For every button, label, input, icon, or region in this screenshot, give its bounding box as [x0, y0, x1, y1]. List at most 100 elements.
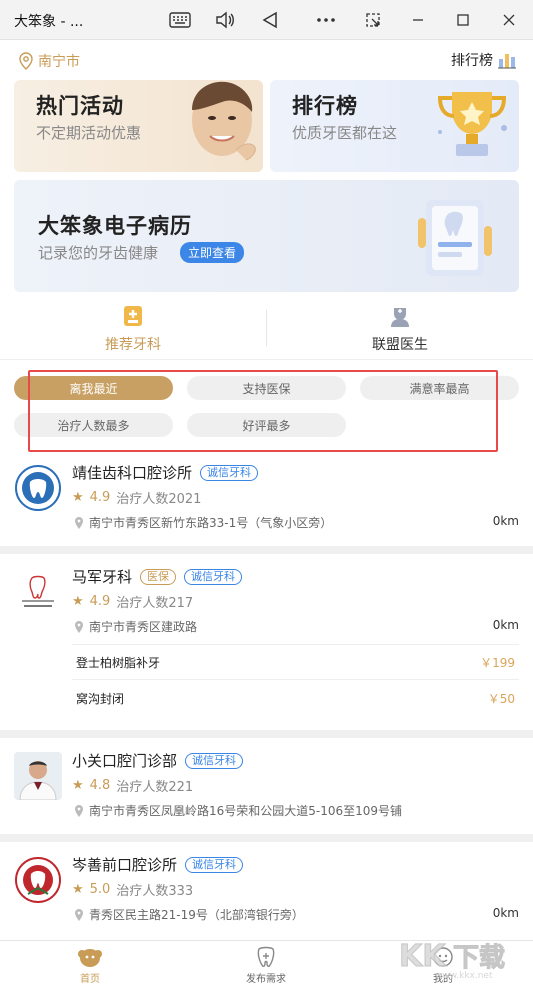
clinic-card[interactable]: 马军牙科 医保 诚信牙科 ★ 4.9 治疗人数217 南宁市青秀区建政路 0km… [0, 562, 533, 730]
clinic-name-row: 岑善前口腔诊所 诚信牙科 [72, 854, 244, 875]
clinic-name: 靖佳齿科口腔诊所 [72, 464, 193, 482]
window-titlebar: 大笨象 - ... [0, 0, 533, 40]
clinic-patients: 治疗人数2021 [116, 492, 202, 507]
emr-subtitle: 记录您的牙齿健康 [38, 244, 159, 262]
clinic-name-row: 靖佳齿科口腔诊所 诚信牙科 [72, 462, 259, 483]
clinic-name: 马军牙科 [72, 568, 133, 586]
nav-publish[interactable]: 发布需求 [196, 941, 336, 988]
hot-activity-subtitle: 不定期活动优惠 [36, 124, 142, 142]
location-pin-icon [75, 804, 83, 817]
clinic-address-row: 青秀区民主路21-19号（北部湾银行旁） [74, 906, 304, 923]
smiling-woman-illustration [192, 81, 256, 161]
tab-recommended-clinics-label: 推荐牙科 [105, 337, 161, 353]
close-icon[interactable] [497, 8, 521, 32]
emr-card[interactable]: 大笨象电子病历 记录您的牙齿健康 立即查看 [14, 180, 519, 292]
doctor-icon [391, 308, 409, 327]
bar-chart-icon [498, 54, 516, 69]
location-pin-icon [75, 516, 83, 529]
rank-link[interactable]: 排行榜 [451, 50, 517, 70]
profile-icon [433, 946, 453, 967]
volume-icon[interactable] [213, 8, 237, 32]
clinic-patients: 治疗人数221 [116, 780, 194, 795]
credit-badge: 诚信牙科 [185, 752, 244, 769]
main-content: 热门活动 不定期活动优惠 排行榜 优质牙医都在这 大笨象电子病历 记录您的牙齿健… [0, 80, 533, 940]
clinic-distance: 0km [492, 618, 519, 632]
clinic-card[interactable]: 靖佳齿科口腔诊所 诚信牙科 ★ 4.9 治疗人数2021 南宁市青秀区新竹东路3… [0, 458, 533, 544]
clinic-address: 南宁市青秀区凤凰岭路16号荣和公园大道5-106至109号铺 [89, 804, 403, 818]
credit-badge: 诚信牙科 [184, 568, 243, 585]
service-name: 登士柏树脂补牙 [76, 655, 161, 670]
bottom-nav: 首页 发布需求 我的 KK 下载 www.kkx.net [0, 939, 533, 988]
filter-satisfaction[interactable]: 满意率最高 [360, 376, 519, 400]
screen-cast-icon[interactable] [361, 8, 385, 32]
clinic-patients: 治疗人数217 [116, 596, 194, 611]
rank-card-title: 排行榜 [292, 94, 358, 118]
maximize-icon[interactable] [451, 8, 475, 32]
clinic-rating-row: ★ 4.8 治疗人数221 [72, 776, 193, 795]
filter-bar: 离我最近 支持医保 满意率最高 治疗人数最多 好评最多 [0, 365, 533, 455]
clinic-card[interactable]: 小关口腔门诊部 诚信牙科 ★ 4.8 治疗人数221 南宁市青秀区凤凰岭路16号… [0, 746, 533, 830]
hot-activity-title: 热门活动 [36, 94, 124, 118]
clinic-address-row: 南宁市青秀区建政路 [74, 618, 197, 635]
filter-nearest[interactable]: 离我最近 [14, 376, 173, 400]
nav-publish-label: 发布需求 [246, 973, 286, 985]
clinic-rating-row: ★ 5.0 治疗人数333 [72, 880, 193, 899]
clinic-address: 南宁市青秀区建政路 [89, 620, 198, 634]
tab-alliance-doctors[interactable]: 联盟医生 [267, 298, 533, 360]
service-item[interactable]: 窝沟封闭 ￥50 [72, 680, 519, 716]
clinic-logo [14, 856, 62, 904]
star-icon: ★ [72, 778, 84, 793]
insurance-badge: 医保 [140, 568, 177, 585]
location-pin-icon [19, 52, 33, 70]
clinic-rating-row: ★ 4.9 治疗人数2021 [72, 488, 201, 507]
tooth-plus-icon [257, 946, 275, 967]
credit-badge: 诚信牙科 [200, 464, 259, 481]
clinic-name-row: 马军牙科 医保 诚信牙科 [72, 566, 243, 587]
trophy-icon [437, 92, 507, 156]
star-icon: ★ [72, 490, 84, 505]
clinic-address: 青秀区民主路21-19号（北部湾银行旁） [89, 908, 304, 922]
clinic-name-row: 小关口腔门诊部 诚信牙科 [72, 750, 244, 771]
clinic-distance: 0km [492, 514, 519, 528]
list-separator [0, 834, 533, 842]
clinic-rating: 4.9 [89, 490, 111, 505]
clinic-name: 小关口腔门诊部 [72, 752, 178, 770]
nav-profile[interactable]: 我的 [373, 941, 513, 988]
city-selector[interactable]: 南宁市 [18, 51, 80, 71]
minimize-icon[interactable] [406, 8, 430, 32]
hot-activity-card[interactable]: 热门活动 不定期活动优惠 [14, 80, 263, 172]
tab-recommended-clinics[interactable]: 推荐牙科 [0, 298, 266, 360]
credit-badge: 诚信牙科 [185, 856, 244, 873]
clinic-rating: 4.9 [89, 594, 111, 609]
clinic-rating: 4.8 [89, 778, 111, 793]
clinic-icon [124, 306, 142, 326]
list-separator [0, 730, 533, 738]
clinic-distance: 0km [492, 906, 519, 920]
clinic-rating: 5.0 [89, 882, 111, 897]
clinic-rating-row: ★ 4.9 治疗人数217 [72, 592, 193, 611]
clinic-card[interactable]: 岑善前口腔诊所 诚信牙科 ★ 5.0 治疗人数333 青秀区民主路21-19号（… [0, 850, 533, 940]
service-name: 窝沟封闭 [76, 691, 125, 706]
emr-view-button[interactable]: 立即查看 [180, 242, 245, 263]
emr-title: 大笨象电子病历 [38, 214, 192, 238]
rank-card[interactable]: 排行榜 优质牙医都在这 [270, 80, 519, 172]
service-price: ￥50 [487, 691, 515, 706]
home-icon [78, 948, 102, 967]
rank-card-subtitle: 优质牙医都在这 [292, 124, 398, 142]
clinic-logo [14, 568, 62, 616]
star-icon: ★ [72, 594, 84, 609]
category-tabs: 推荐牙科 联盟医生 [0, 298, 533, 360]
back-triangle-icon[interactable] [258, 8, 282, 32]
more-dots-icon[interactable] [314, 8, 338, 32]
filter-insurance[interactable]: 支持医保 [187, 376, 346, 400]
filter-most-patients[interactable]: 治疗人数最多 [14, 413, 173, 437]
location-pin-icon [75, 908, 83, 921]
keyboard-icon[interactable] [168, 8, 192, 32]
filter-most-reviews[interactable]: 好评最多 [187, 413, 346, 437]
list-separator [0, 546, 533, 554]
service-price: ￥199 [480, 655, 515, 670]
city-label: 南宁市 [38, 54, 80, 70]
service-item[interactable]: 登士柏树脂补牙 ￥199 [72, 644, 519, 680]
nav-home[interactable]: 首页 [20, 941, 160, 988]
location-pin-icon [75, 620, 83, 633]
